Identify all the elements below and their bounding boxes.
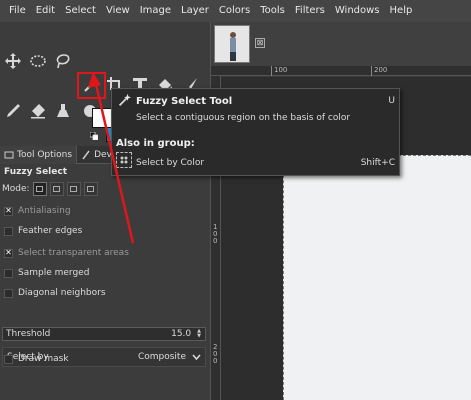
menu-windows[interactable]: Windows: [330, 0, 385, 22]
threshold-value: 15.0: [171, 329, 192, 339]
select-by-value: Composite: [137, 352, 186, 362]
eraser-tool[interactable]: [27, 100, 49, 122]
mode-add-button[interactable]: [49, 182, 64, 196]
threshold-spinner[interactable]: Threshold 15.0 ▲ ▼: [2, 327, 206, 341]
person-thumbnail-icon: [230, 32, 236, 61]
mode-replace-button[interactable]: [32, 182, 47, 196]
tooltip-group-item: Select by Color: [136, 158, 205, 168]
mode-label: Mode:: [2, 184, 30, 194]
menu-layer[interactable]: Layer: [176, 0, 214, 22]
menu-bar: File Edit Select View Image Layer Colors…: [0, 0, 471, 22]
menu-tools[interactable]: Tools: [255, 0, 290, 22]
menu-edit[interactable]: Edit: [31, 0, 60, 22]
clone-tool[interactable]: [52, 100, 74, 122]
image-thumbnail[interactable]: [214, 25, 250, 63]
antialiasing-option[interactable]: ✕ Antialiasing: [4, 206, 71, 216]
antialiasing-label: Antialiasing: [18, 206, 71, 216]
sample-merged-label: Sample merged: [18, 268, 90, 278]
ellipse-select-tool[interactable]: [27, 50, 49, 72]
feather-edges-option[interactable]: Feather edges: [4, 226, 82, 236]
spin-arrows-icon[interactable]: ▲ ▼: [197, 329, 201, 339]
sample-merged-option[interactable]: Sample merged: [4, 268, 89, 278]
menu-help[interactable]: Help: [385, 0, 418, 22]
devices-icon: [82, 150, 90, 159]
ruler-label: 200: [374, 66, 388, 74]
close-image-tab-icon[interactable]: ⊠: [255, 38, 265, 48]
fuzzy-select-icon: [118, 93, 132, 106]
diagonal-neighbors-label: Diagonal neighbors: [18, 288, 106, 298]
menu-file[interactable]: File: [4, 0, 31, 22]
menu-view[interactable]: View: [101, 0, 135, 22]
transparent-areas-checkbox[interactable]: ✕: [4, 248, 13, 258]
draw-mask-checkbox[interactable]: [4, 354, 13, 364]
free-select-tool[interactable]: [52, 50, 74, 72]
ellipse-select-icon: [30, 55, 46, 67]
pencil-tool[interactable]: [2, 100, 24, 122]
diagonal-neighbors-checkbox[interactable]: [4, 288, 13, 298]
diagonal-neighbors-option[interactable]: Diagonal neighbors: [4, 288, 106, 298]
draw-mask-option[interactable]: Draw mask: [4, 354, 69, 364]
tooltip-group-shortcut: Shift+C: [360, 158, 395, 168]
threshold-label: Threshold: [6, 329, 51, 339]
image-canvas[interactable]: [283, 155, 471, 400]
foreground-color-swatch[interactable]: [92, 108, 112, 128]
free-select-icon: [56, 54, 70, 69]
ruler-label: 200: [213, 343, 218, 365]
horizontal-ruler: 100 200: [211, 66, 471, 76]
tooltip-description: Select a contiguous region on the basis …: [136, 113, 351, 123]
tool-options-icon: [4, 151, 14, 158]
left-panel: Tool Options Devices Fuzzy Select Mode: …: [0, 22, 210, 400]
tab-tool-options-label: Tool Options: [17, 149, 73, 160]
eraser-icon: [31, 104, 45, 119]
sample-merged-checkbox[interactable]: [4, 268, 13, 278]
mode-row: Mode:: [2, 182, 98, 196]
ruler-label: 100: [213, 223, 218, 245]
tool-tooltip: Fuzzy Select Tool U Select a contiguous …: [111, 88, 400, 176]
highlight-box: [77, 72, 106, 99]
move-icon: [5, 53, 21, 69]
menu-colors[interactable]: Colors: [214, 0, 255, 22]
mode-subtract-button[interactable]: [66, 182, 81, 196]
tool-options-title: Fuzzy Select: [4, 167, 67, 177]
image-tabs: ⊠: [211, 22, 471, 66]
menu-select[interactable]: Select: [60, 0, 101, 22]
feather-edges-label: Feather edges: [18, 226, 83, 236]
move-tool[interactable]: [2, 50, 24, 72]
pencil-icon: [7, 104, 20, 117]
antialiasing-checkbox[interactable]: ✕: [4, 206, 13, 216]
ruler-label: 100: [274, 66, 288, 74]
menu-filters[interactable]: Filters: [290, 0, 330, 22]
tooltip-shortcut: U: [388, 96, 395, 106]
tooltip-title: Fuzzy Select Tool: [136, 96, 233, 107]
tab-tool-options[interactable]: Tool Options: [0, 145, 78, 164]
chevron-down-icon: [192, 354, 201, 360]
feather-edges-checkbox[interactable]: [4, 226, 13, 236]
tooltip-group-heading: Also in group:: [116, 138, 195, 149]
select-by-color-icon: [116, 152, 132, 168]
mode-intersect-button[interactable]: [83, 182, 98, 196]
menu-image[interactable]: Image: [135, 0, 176, 22]
clone-icon: [57, 104, 69, 117]
transparent-areas-option[interactable]: ✕ Select transparent areas: [4, 248, 129, 258]
transparent-areas-label: Select transparent areas: [18, 248, 129, 258]
draw-mask-label: Draw mask: [18, 354, 69, 364]
default-colors-icon[interactable]: [89, 131, 99, 141]
